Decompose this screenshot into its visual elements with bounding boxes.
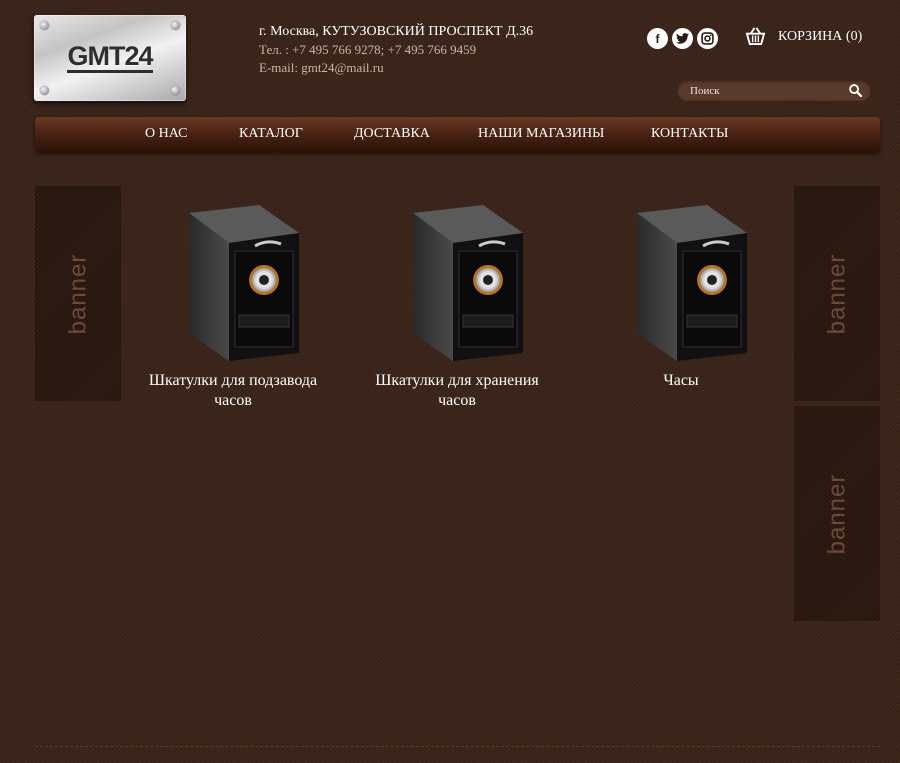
nav-item-stores[interactable]: НАШИ МАГАЗИНЫ [478,126,604,142]
product-card-watches[interactable]: Часы [586,203,776,391]
logo-text: GMT24 [67,41,154,73]
address: г. Москва, КУТУЗОВСКИЙ ПРОСПЕКТ Д.36 [259,24,534,39]
nav-item-catalog[interactable]: КАТАЛОГ [239,126,303,142]
basket-icon [745,27,766,46]
footer-divider [35,746,880,747]
nav-item-contacts[interactable]: КОНТАКТЫ [651,126,728,142]
cart-link[interactable]: КОРЗИНА (0) [745,27,862,46]
main-nav: О НАС КАТАЛОГ ДОСТАВКА НАШИ МАГАЗИНЫ КОН… [35,117,880,152]
logo-screw [171,86,180,95]
search-bar [677,80,871,101]
logo-screw [40,21,49,30]
banner-left[interactable]: banner [35,186,121,401]
twitter-icon[interactable] [672,28,693,49]
banner-text: banner [822,473,850,554]
social-links: f [647,28,718,49]
product-title[interactable]: Шкатулки для подзавода часов [138,371,328,411]
phone-numbers: Тел. : +7 495 766 9278; +7 495 766 9459 [259,42,477,57]
instagram-icon[interactable] [697,28,718,49]
contact-info: г. Москва, КУТУЗОВСКИЙ ПРОСПЕКТ Д.36 Тел… [259,23,533,77]
banner-right-top[interactable]: banner [794,186,880,401]
facebook-icon[interactable]: f [647,28,668,49]
nav-item-about[interactable]: О НАС [145,126,187,142]
search-icon[interactable] [847,83,863,99]
product-card-winders[interactable]: Шкатулки для подзавода часов [138,203,328,411]
cart-label: КОРЗИНА (0) [778,28,863,44]
logo-screw [40,86,49,95]
site-logo[interactable]: GMT24 [34,15,186,101]
product-title[interactable]: Шкатулки для хранения часов [362,371,552,411]
banner-text: banner [822,253,850,334]
watch-image [637,205,747,361]
product-card-storage[interactable]: Шкатулки для хранения часов [362,203,552,411]
banner-text: banner [63,253,91,334]
email-address[interactable]: E-mail: gmt24@mail.ru [259,59,533,77]
banner-right-bottom[interactable]: banner [794,406,880,621]
product-title[interactable]: Часы [586,371,776,391]
nav-item-delivery[interactable]: ДОСТАВКА [354,126,430,142]
logo-screw [171,21,180,30]
watch-box-image [413,205,523,361]
search-input[interactable] [690,84,847,97]
watch-winder-image [189,205,299,361]
